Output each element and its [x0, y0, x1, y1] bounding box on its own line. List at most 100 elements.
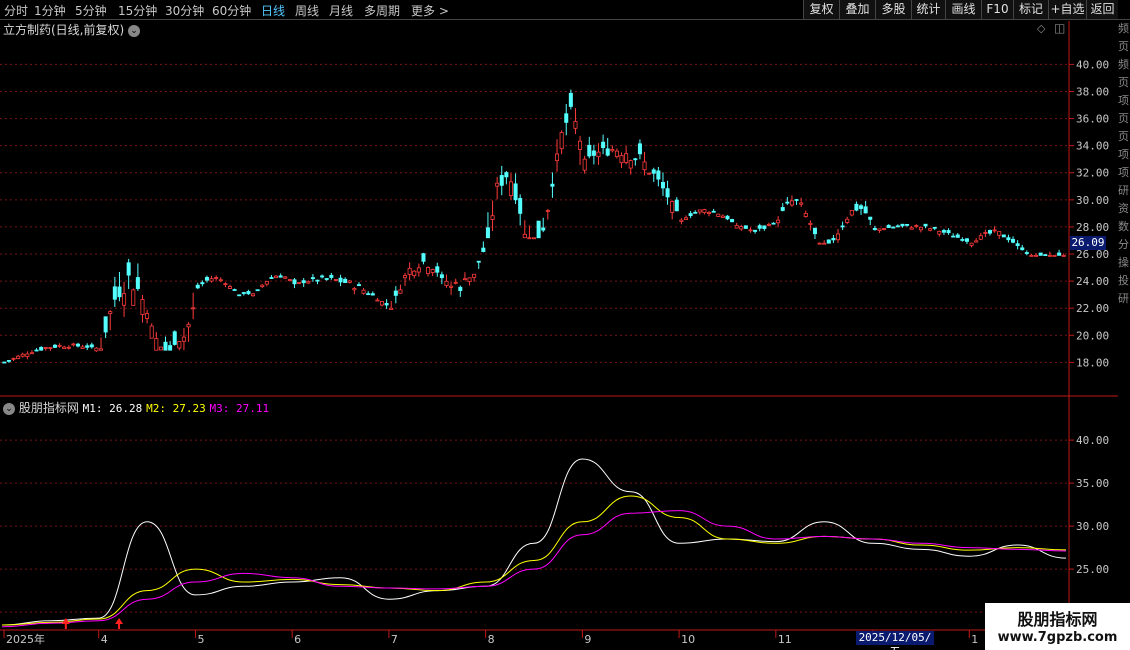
candle-down: [688, 213, 693, 217]
candle-down: [550, 183, 555, 187]
candle-down: [987, 230, 993, 234]
candle-up: [430, 269, 435, 273]
candle-up: [918, 226, 923, 231]
candle-down: [237, 294, 242, 297]
candle-down: [955, 234, 960, 238]
candle-down: [1006, 237, 1011, 241]
candle-up: [94, 347, 99, 352]
last-price-badge: 26.09: [1070, 236, 1106, 250]
sidebar-char[interactable]: 操: [1118, 254, 1130, 270]
candle-down: [859, 205, 864, 209]
sidebar-char[interactable]: 页: [1118, 74, 1130, 90]
candle-down: [241, 292, 246, 294]
candle-down: [905, 223, 910, 226]
candle-up: [799, 202, 804, 205]
sidebar-char[interactable]: 资: [1118, 200, 1130, 216]
candle-down: [854, 203, 859, 211]
candle-down: [421, 253, 426, 262]
watermark-logo: 股朋指标网 www.7gpzb.com: [985, 603, 1130, 650]
candle-up: [697, 209, 702, 213]
candle-up: [403, 275, 408, 279]
sidebar-char[interactable]: 项: [1118, 146, 1130, 162]
candle-up: [71, 343, 76, 346]
candle-up: [287, 279, 292, 282]
candle-up: [845, 218, 850, 223]
candle-up: [647, 172, 652, 175]
candle-up: [149, 325, 154, 339]
candle-up: [218, 279, 223, 282]
candle-up: [375, 299, 380, 302]
sidebar-char[interactable]: 页: [1118, 128, 1130, 144]
candle-down: [269, 277, 274, 279]
chevron-down-icon[interactable]: ⌄: [3, 402, 15, 415]
time-axis-labels: 2025年4567891011121: [3, 630, 978, 646]
candle-down: [338, 277, 343, 283]
time-tick-label: 8: [488, 633, 495, 646]
time-tick-label: 2025年: [6, 632, 45, 646]
candle-down: [541, 227, 546, 231]
sidebar-char[interactable]: 页: [1118, 110, 1130, 126]
candle-up: [555, 153, 560, 161]
sidebar-char[interactable]: 投: [1118, 272, 1130, 288]
candle-down: [315, 279, 320, 282]
candle-up: [679, 219, 684, 222]
sidebar-char[interactable]: 分: [1118, 236, 1130, 252]
candle-down: [941, 230, 946, 233]
candle-up: [1029, 254, 1034, 257]
candle-down: [366, 293, 371, 296]
candle-up: [992, 229, 997, 232]
indicator-title-row[interactable]: ⌄ 股朋指标网 M1: 26.28 M2: 27.23 M3: 27.11: [3, 399, 269, 416]
candle-down: [435, 266, 440, 273]
sidebar-char[interactable]: 研: [1118, 182, 1130, 198]
candle-up: [835, 233, 841, 241]
candle-down: [674, 199, 679, 212]
candle-down: [785, 201, 790, 204]
sidebar-char[interactable]: 频: [1118, 20, 1130, 36]
sidebar-char[interactable]: 频: [1118, 56, 1130, 72]
candle-down: [301, 280, 306, 284]
candle-up: [416, 267, 421, 273]
candle-down: [278, 275, 283, 278]
price-tick-label: 38.00: [1076, 85, 1109, 98]
candle-down: [89, 344, 94, 348]
time-tick-label: 7: [391, 633, 398, 646]
candle-up: [614, 150, 619, 158]
price-chart[interactable]: 40.0038.0036.0034.0032.0030.0028.0026.00…: [0, 0, 1118, 650]
candle-up: [983, 232, 988, 234]
candle-up: [974, 240, 979, 243]
candle-up: [283, 276, 288, 279]
sidebar-char[interactable]: 项: [1118, 164, 1130, 180]
candle-up: [642, 161, 647, 171]
sidebar-char[interactable]: 项: [1118, 92, 1130, 108]
candle-down: [960, 239, 965, 241]
candle-up: [444, 280, 449, 287]
candle-up: [877, 228, 882, 231]
candle-up: [545, 210, 550, 212]
right-side-tabs[interactable]: 频 页 频 页 项 页 页 项 项 研 资 数 分 操 投 研: [1118, 20, 1130, 650]
sidebar-char[interactable]: 数: [1118, 218, 1130, 234]
candle-up: [227, 286, 233, 289]
candle-down: [771, 222, 776, 225]
candle-up: [11, 357, 16, 360]
candle-up: [1052, 254, 1057, 257]
candle-up: [108, 311, 113, 314]
candle-down: [872, 227, 877, 231]
candle-down: [195, 284, 200, 289]
candle-up: [624, 153, 629, 163]
candle-up: [25, 353, 30, 357]
watermark-url: www.7gpzb.com: [997, 630, 1118, 645]
candle-down: [34, 349, 39, 352]
candle-up: [186, 323, 191, 328]
candle-up: [849, 210, 854, 216]
candle-down: [75, 343, 81, 347]
candle-up: [48, 347, 53, 349]
sidebar-char[interactable]: 页: [1118, 38, 1130, 54]
candle-up: [449, 285, 454, 288]
sidebar-char[interactable]: 研: [1118, 290, 1130, 306]
candle-down: [393, 290, 398, 296]
candle-up: [978, 235, 983, 240]
candle-down: [324, 278, 329, 280]
indicator-line-m2: [1, 495, 1067, 626]
candle-up: [333, 279, 338, 281]
candle-up: [99, 348, 104, 351]
